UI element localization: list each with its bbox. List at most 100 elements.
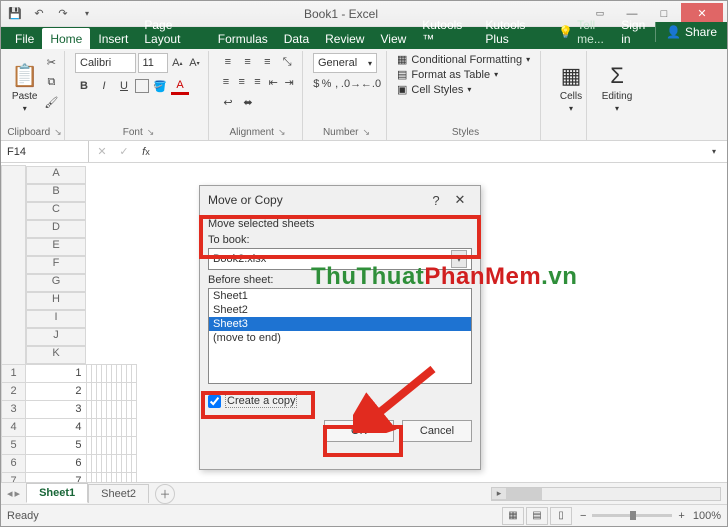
tab-formulas[interactable]: Formulas	[210, 28, 276, 49]
formula-bar[interactable]	[159, 141, 705, 162]
list-item[interactable]: Sheet1	[209, 289, 471, 303]
save-icon[interactable]: 💾	[5, 4, 25, 24]
sheet-tab-1[interactable]: Sheet1	[26, 483, 88, 503]
font-name-combo[interactable]: Calibri	[75, 53, 136, 73]
cell[interactable]	[131, 472, 136, 482]
name-box[interactable]: F14	[1, 141, 89, 162]
dialog-launcher-icon[interactable]: ↘	[54, 127, 62, 138]
share-button[interactable]: 👤 Share	[655, 22, 727, 42]
decrease-font-icon[interactable]: A▾	[187, 54, 202, 72]
editing-button[interactable]: Σ Editing ▾	[597, 53, 637, 123]
align-top-icon[interactable]: ≡	[219, 53, 237, 71]
fx-icon[interactable]: fx	[137, 143, 155, 161]
align-center-icon[interactable]: ≡	[235, 73, 249, 91]
cut-icon[interactable]: ✂	[42, 53, 60, 71]
percent-icon[interactable]: %	[322, 75, 332, 93]
sheet-tab-2[interactable]: Sheet2	[88, 484, 149, 503]
tab-kutools-plus[interactable]: Kutools Plus	[477, 14, 550, 49]
cell[interactable]	[131, 364, 136, 382]
expand-formula-icon[interactable]: ▾	[705, 143, 723, 161]
number-format-combo[interactable]: General▾	[313, 53, 377, 73]
cell[interactable]: 4	[26, 418, 87, 436]
tab-view[interactable]: View	[372, 28, 414, 49]
border-icon[interactable]	[135, 79, 149, 93]
zoom-level[interactable]: 100%	[693, 510, 721, 522]
list-item[interactable]: Sheet2	[209, 303, 471, 317]
zoom-in-icon[interactable]: +	[678, 510, 684, 522]
col-header[interactable]: D	[26, 220, 86, 238]
decrease-decimal-icon[interactable]: ←.0	[362, 75, 380, 93]
undo-icon[interactable]: ↶	[29, 4, 49, 24]
col-header[interactable]: A	[26, 166, 86, 184]
align-left-icon[interactable]: ≡	[219, 73, 233, 91]
dialog-help-icon[interactable]: ?	[424, 193, 448, 208]
cell[interactable]: 5	[26, 436, 87, 454]
increase-font-icon[interactable]: A▴	[170, 54, 185, 72]
normal-view-icon[interactable]: ▦	[502, 507, 524, 525]
font-size-combo[interactable]: 11	[138, 53, 168, 73]
cell[interactable]	[131, 436, 136, 454]
dialog-launcher-icon[interactable]: ↘	[147, 127, 155, 138]
cell[interactable]	[131, 400, 136, 418]
cell[interactable]: 7	[26, 472, 87, 482]
new-sheet-button[interactable]: ＋	[155, 484, 175, 504]
sign-in[interactable]: Sign in	[613, 15, 655, 49]
wrap-text-icon[interactable]: ↩	[219, 93, 237, 111]
align-right-icon[interactable]: ≡	[251, 73, 265, 91]
tab-home[interactable]: Home	[42, 28, 90, 49]
row-header[interactable]: 3	[2, 400, 26, 418]
cells-button[interactable]: ▦ Cells ▾	[551, 53, 591, 123]
select-all-corner[interactable]	[2, 166, 26, 365]
paste-button[interactable]: 📋 Paste ▾	[11, 53, 38, 123]
col-header[interactable]: F	[26, 256, 86, 274]
tab-kutools[interactable]: Kutools ™	[414, 14, 477, 49]
page-break-view-icon[interactable]: ▯	[550, 507, 572, 525]
font-color-icon[interactable]: A	[171, 77, 189, 95]
col-header[interactable]: B	[26, 184, 86, 202]
qat-customize-icon[interactable]: ▾	[77, 4, 97, 24]
cell[interactable]: 1	[26, 364, 87, 382]
bold-icon[interactable]: B	[75, 77, 93, 95]
col-header[interactable]: H	[26, 292, 86, 310]
dialog-close-icon[interactable]: ✕	[448, 192, 472, 208]
align-middle-icon[interactable]: ≡	[239, 53, 257, 71]
cell-styles-button[interactable]: ▣Cell Styles ▾	[397, 83, 534, 96]
row-header[interactable]: 2	[2, 382, 26, 400]
col-header[interactable]: K	[26, 346, 86, 364]
col-header[interactable]: C	[26, 202, 86, 220]
format-painter-icon[interactable]: 🖌	[42, 93, 60, 111]
indent-decrease-icon[interactable]: ⇤	[266, 73, 280, 91]
cell[interactable]	[131, 382, 136, 400]
dialog-launcher-icon[interactable]: ↘	[363, 127, 371, 138]
cell[interactable]: 6	[26, 454, 87, 472]
tell-me[interactable]: 💡 Tell me...	[550, 15, 613, 49]
col-header[interactable]: J	[26, 328, 86, 346]
comma-icon[interactable]: ,	[333, 75, 340, 93]
row-header[interactable]: 7	[2, 472, 26, 482]
format-as-table-button[interactable]: ▤Format as Table ▾	[397, 68, 534, 81]
zoom-out-icon[interactable]: −	[580, 510, 586, 522]
sheet-nav-next-icon[interactable]: ▸	[15, 487, 21, 500]
increase-decimal-icon[interactable]: .0→	[342, 75, 360, 93]
row-header[interactable]: 1	[2, 364, 26, 382]
tab-file[interactable]: File	[7, 28, 42, 49]
scroll-right-icon[interactable]: ▸	[492, 488, 506, 499]
italic-icon[interactable]: I	[95, 77, 113, 95]
fill-color-icon[interactable]: 🪣	[151, 77, 169, 95]
sheet-nav-prev-icon[interactable]: ◂	[7, 487, 13, 500]
align-bottom-icon[interactable]: ≡	[259, 53, 277, 71]
indent-increase-icon[interactable]: ⇥	[282, 73, 296, 91]
cell[interactable]	[131, 454, 136, 472]
col-header[interactable]: E	[26, 238, 86, 256]
row-header[interactable]: 5	[2, 436, 26, 454]
enter-formula-icon[interactable]: ✓	[115, 143, 133, 161]
redo-icon[interactable]: ↷	[53, 4, 73, 24]
tab-page-layout[interactable]: Page Layout	[136, 14, 209, 49]
accounting-icon[interactable]: $	[313, 75, 320, 93]
col-header[interactable]: I	[26, 310, 86, 328]
row-header[interactable]: 6	[2, 454, 26, 472]
row-header[interactable]: 4	[2, 418, 26, 436]
tab-insert[interactable]: Insert	[90, 28, 136, 49]
cell[interactable]: 3	[26, 400, 87, 418]
horizontal-scrollbar[interactable]: ◂ ▸	[491, 487, 721, 501]
